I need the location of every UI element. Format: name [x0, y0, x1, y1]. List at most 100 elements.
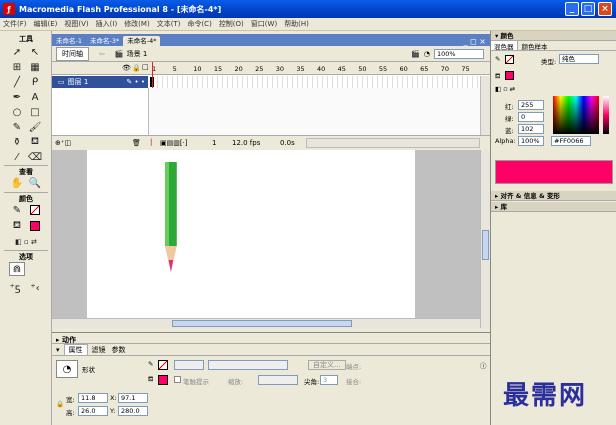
close-button[interactable]: ×	[598, 2, 612, 16]
lock-icon[interactable]: 🔒	[132, 64, 141, 72]
subselection-tool-icon[interactable]: ↖	[27, 45, 43, 59]
pencil-tip[interactable]	[168, 260, 174, 272]
stroke-style-select[interactable]	[208, 360, 288, 370]
color-spectrum-picker[interactable]	[553, 96, 599, 134]
tab-filters[interactable]: 滤镜	[92, 345, 106, 355]
insert-layer-icon[interactable]: ⊕⁺◫	[55, 139, 71, 147]
doc-window-controls-icon[interactable]: _ ◻ ×	[464, 37, 490, 46]
stage-hscroll[interactable]	[52, 318, 480, 328]
paint-bucket-tool-icon[interactable]: ⛾	[27, 135, 43, 149]
height-field[interactable]: 26.0	[78, 406, 108, 416]
pencil-drawing[interactable]	[87, 150, 415, 322]
edit-scene-icon[interactable]: 🎬	[411, 50, 420, 58]
menu-help[interactable]: 帮助(H)	[284, 19, 309, 29]
oval-tool-icon[interactable]: ○	[9, 105, 25, 119]
edit-symbol-icon[interactable]: ◔	[424, 50, 430, 58]
menu-window[interactable]: 窗口(W)	[251, 19, 277, 29]
fill-swatch[interactable]	[158, 375, 168, 385]
hinting-checkbox[interactable]	[174, 376, 181, 383]
tab-properties[interactable]: 属性	[63, 343, 88, 356]
layer-label-cell[interactable]: ▭ 图层 1 ✎ • •	[52, 76, 148, 88]
fill-color-swatch[interactable]	[27, 219, 43, 233]
frame-strip[interactable]	[148, 76, 488, 88]
snap-to-objects-icon[interactable]: ⋒	[9, 262, 25, 276]
swap-colors-icon[interactable]: ◧ ▫ ⇄	[5, 235, 47, 249]
smooth-icon[interactable]: ⁺ƽ	[5, 281, 25, 295]
mixer-swap-icons[interactable]: ◧ ▫ ⇄	[495, 85, 515, 93]
blue-field[interactable]: 102	[518, 124, 544, 134]
eye-icon[interactable]: 👁	[122, 64, 131, 72]
color-panel-header[interactable]: ▾ 颜色	[491, 31, 616, 41]
menu-text[interactable]: 文本(T)	[157, 19, 181, 29]
onion-skin-icons[interactable]: ▣▤▥[·]	[160, 139, 188, 147]
stage[interactable]	[87, 150, 415, 322]
tab-parameters[interactable]: 参数	[112, 345, 126, 355]
text-tool-icon[interactable]: A	[27, 90, 43, 104]
menu-commands[interactable]: 命令(C)	[187, 19, 211, 29]
free-transform-tool-icon[interactable]: ⊞	[9, 60, 25, 74]
layer-row[interactable]: ▭ 图层 1 ✎ • •	[52, 76, 490, 88]
mixer-stroke-swatch[interactable]	[505, 55, 514, 64]
minimize-button[interactable]: _	[565, 2, 579, 16]
width-field[interactable]: 11.8	[78, 393, 108, 403]
menu-insert[interactable]: 插入(I)	[96, 19, 118, 29]
fill-color-icon[interactable]: ⛾	[9, 219, 25, 233]
hand-tool-icon[interactable]: ✋	[9, 176, 25, 190]
line-tool-icon[interactable]: ╱	[9, 75, 25, 89]
stroke-width-field[interactable]	[174, 360, 204, 370]
timeline-vscroll[interactable]	[480, 76, 490, 135]
back-arrow-icon[interactable]: ⇦	[99, 50, 105, 58]
prop-collapse-icon[interactable]: ▾	[56, 346, 60, 354]
ink-bottle-tool-icon[interactable]: ⚱	[9, 135, 25, 149]
library-header[interactable]: ▸ 库	[491, 202, 616, 212]
timeline-hscroll[interactable]	[306, 138, 480, 148]
help-icon[interactable]: ⓘ	[480, 360, 487, 370]
stage-hscroll-thumb[interactable]	[172, 320, 352, 327]
stage-vscroll-thumb[interactable]	[482, 230, 489, 260]
doc-tab-3[interactable]: 未命名-3*	[86, 36, 123, 46]
outline-icon[interactable]: □	[142, 63, 149, 71]
type-select[interactable]: 纯色	[559, 54, 599, 64]
tab-color-mixer[interactable]: 混色器	[491, 41, 518, 51]
gradient-transform-tool-icon[interactable]: ▦	[27, 60, 43, 74]
menu-view[interactable]: 视图(V)	[64, 19, 88, 29]
delete-layer-icon[interactable]: 🗑	[132, 139, 141, 147]
timeline-toggle-button[interactable]: 时间轴	[56, 46, 89, 61]
stage-vscroll[interactable]	[480, 150, 490, 328]
scale-select[interactable]	[258, 375, 298, 385]
pen-tool-icon[interactable]: ✒	[9, 90, 25, 104]
rectangle-tool-icon[interactable]: □	[27, 105, 43, 119]
stroke-swatch[interactable]	[158, 360, 168, 370]
actions-panel-header[interactable]: ▸ 动作	[52, 332, 490, 344]
y-field[interactable]: 280.0	[118, 406, 148, 416]
lock-ratio-icon[interactable]: 🔒	[56, 400, 64, 408]
pencil-tool-icon[interactable]: ✎	[9, 120, 25, 134]
mixer-fill-swatch[interactable]	[505, 71, 514, 80]
red-field[interactable]: 255	[518, 100, 544, 110]
brush-tool-icon[interactable]: 🖌	[27, 120, 43, 134]
brightness-slider[interactable]	[603, 96, 609, 134]
alpha-field[interactable]: 100%	[518, 136, 544, 146]
miter-value[interactable]: 3	[320, 375, 338, 385]
menu-file[interactable]: 文件(F)	[3, 19, 27, 29]
selection-tool-icon[interactable]: ➚	[9, 45, 25, 59]
doc-tab-1[interactable]: 未命名-1	[52, 36, 86, 46]
center-frame-icon[interactable]: |	[150, 138, 152, 146]
eyedropper-tool-icon[interactable]: ⁄	[9, 150, 25, 164]
hex-field[interactable]: #FF0066	[551, 136, 591, 146]
eraser-tool-icon[interactable]: ⌫	[27, 150, 43, 164]
green-field[interactable]: 0	[518, 112, 544, 122]
custom-stroke-button[interactable]: 自定义...	[308, 360, 346, 370]
maximize-button[interactable]: □	[581, 2, 595, 16]
x-field[interactable]: 97.1	[118, 393, 148, 403]
zoom-select[interactable]: 100%	[434, 48, 484, 59]
stroke-color-icon[interactable]: ✎	[9, 203, 25, 217]
align-info-transform-header[interactable]: ▸ 对齐 & 信息 & 变形	[491, 191, 616, 201]
doc-tab-4[interactable]: 未命名-4*	[123, 36, 161, 46]
straighten-icon[interactable]: ⁺‹	[25, 281, 45, 295]
zoom-tool-icon[interactable]: 🔍	[27, 176, 43, 190]
tab-color-swatches[interactable]: 颜色样本	[518, 41, 552, 51]
stroke-color-swatch[interactable]	[27, 203, 43, 217]
lasso-tool-icon[interactable]: ᑭ	[27, 75, 43, 89]
menu-control[interactable]: 控制(O)	[219, 19, 244, 29]
